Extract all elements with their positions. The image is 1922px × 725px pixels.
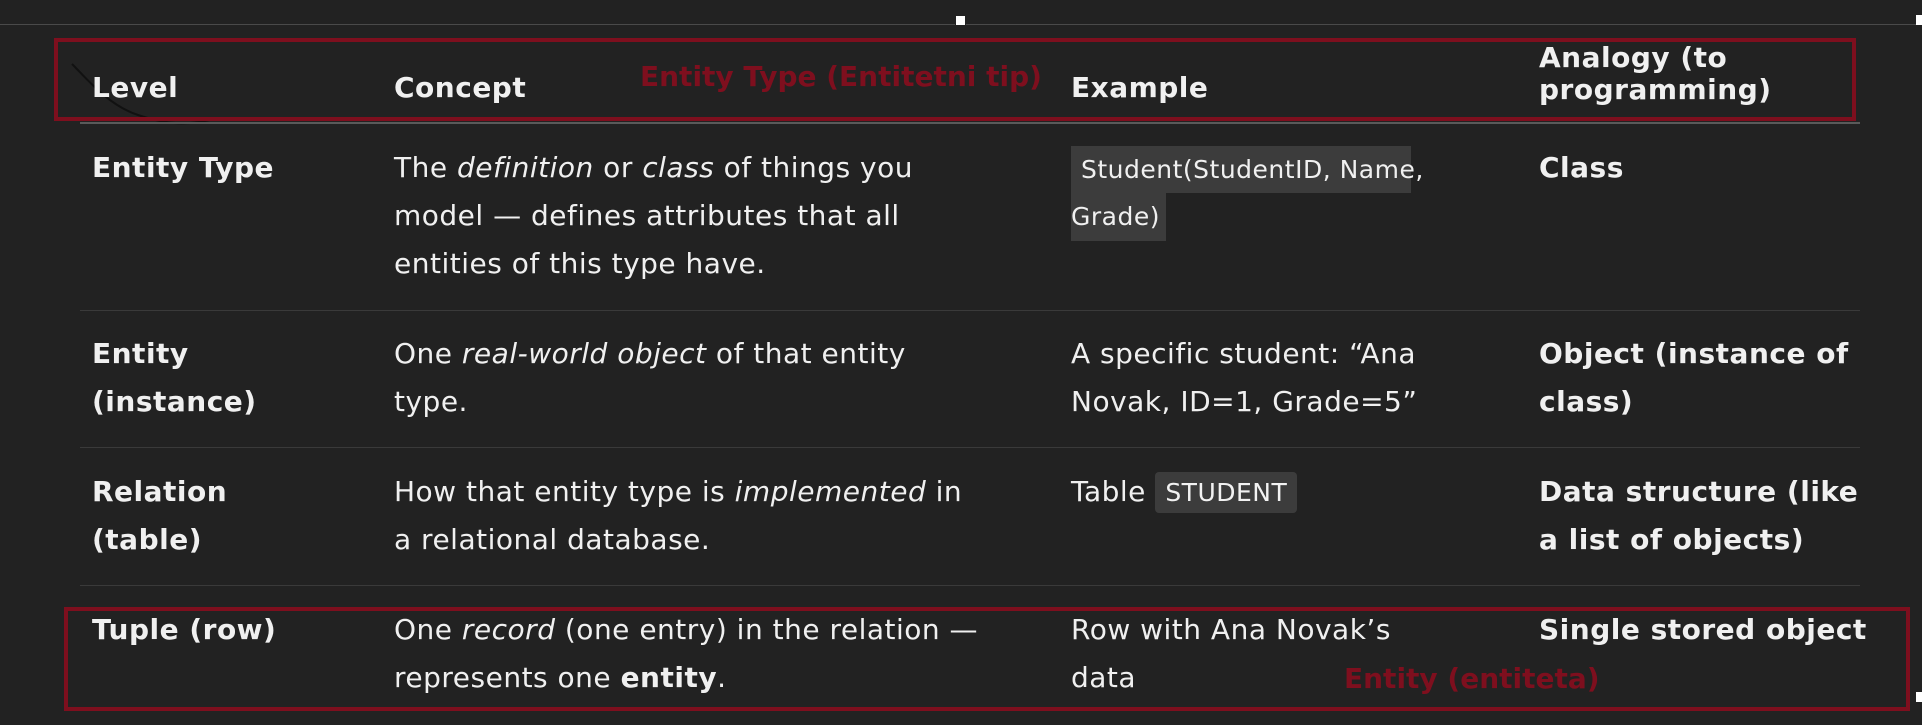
row3-level: Relation (table) — [92, 475, 228, 556]
row1-example-code: Student(StudentID, Name, — [1081, 155, 1424, 184]
row2-analogy: Object (instance of class) — [1539, 337, 1849, 418]
annotation-entity-type: Entity Type (Entitetni tip) — [640, 60, 1042, 93]
row2-level: Entity (instance) — [92, 337, 257, 418]
row1-concept: The definition or class of things you mo… — [394, 151, 913, 280]
row1-example-code2: Grade) — [1071, 202, 1160, 231]
highlight-box-tuple-row[interactable] — [64, 607, 1910, 711]
row2-concept: One real-world object of that entity typ… — [394, 337, 906, 418]
row3-example-code: STUDENT — [1155, 472, 1298, 513]
row2-example: A specific student: “Ana Novak, ID=1, Gr… — [1071, 337, 1418, 418]
row-divider — [80, 585, 1860, 586]
row1-analogy: Class — [1539, 151, 1624, 184]
row-divider — [80, 447, 1860, 448]
row1-level: Entity Type — [92, 151, 274, 184]
annotation-entity: Entity (entiteta) — [1344, 662, 1600, 695]
row-divider — [80, 310, 1860, 311]
row3-example: Table STUDENT — [1071, 468, 1298, 517]
row3-concept: How that entity type is implemented in a… — [394, 475, 963, 556]
header-divider — [80, 122, 1860, 124]
row3-analogy: Data structure (like a list of objects) — [1539, 475, 1859, 556]
